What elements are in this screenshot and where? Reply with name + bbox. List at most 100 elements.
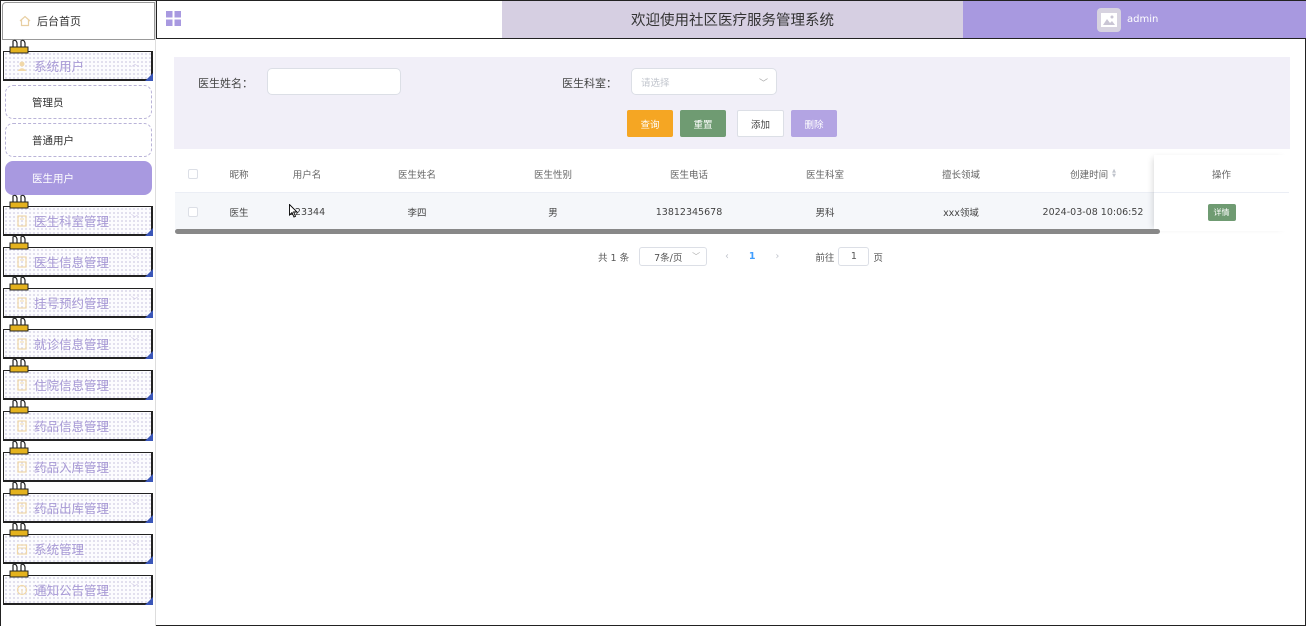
reset-button[interactable]: 重置 — [680, 110, 726, 137]
column-header: 医生电话 — [669, 170, 708, 181]
cell-specialty: xxx领域 — [943, 208, 979, 219]
sidebar-menu-6[interactable]: 药品信息管理 ﹀ — [3, 399, 153, 441]
department-select[interactable]: 请选择 ﹀ — [631, 68, 777, 95]
page-title: 欢迎使用社区医疗服务管理系统 — [502, 1, 963, 38]
sidebar-item-label: 医生用户 — [32, 172, 74, 185]
sidebar-menu-label: 系统用户 — [34, 59, 85, 74]
cell-department: 男科 — [815, 208, 835, 219]
sidebar-menu-2[interactable]: 医生信息管理 ﹀ — [3, 235, 153, 277]
sidebar-menu-label: 住院信息管理 — [34, 378, 110, 393]
filter-panel: 医生姓名： 医生科室： 请选择 ﹀ 查询 重置 添加 删除 — [174, 57, 1290, 149]
chevron-down-icon: ﹀ — [131, 296, 139, 305]
chevron-down-icon: ﹀ — [131, 255, 139, 264]
sidebar-menu-8[interactable]: 药品出库管理 ﹀ — [3, 481, 153, 523]
sidebar-menu-7[interactable]: 药品入库管理 ﹀ — [3, 440, 153, 482]
sidebar-home[interactable]: 后台首页 — [2, 2, 155, 40]
sidebar-menu-label: 就诊信息管理 — [34, 337, 110, 352]
goto-label: 前往 — [815, 252, 835, 264]
sort-icon[interactable]: ▲ ▼ — [1112, 169, 1116, 179]
sidebar-home-label: 后台首页 — [37, 15, 81, 28]
query-button[interactable]: 查询 — [627, 110, 673, 137]
cell-username: 123344 — [288, 206, 326, 218]
page-corner — [145, 515, 153, 523]
cell-nickname: 医生 — [229, 208, 249, 219]
binder-clip-icon — [9, 522, 29, 537]
top-bar-left — [156, 1, 502, 38]
sidebar-item-label: 普通用户 — [32, 134, 74, 147]
chevron-up-icon: ︿ — [131, 59, 139, 68]
fixed-column-shadow — [1154, 155, 1289, 231]
select-all-checkbox[interactable] — [188, 169, 198, 179]
sidebar-menu-label: 药品信息管理 — [34, 419, 110, 434]
sidebar-item-label: 管理员 — [32, 96, 64, 109]
column-header-label: 创建时间 — [1070, 170, 1109, 181]
page-corner — [145, 228, 153, 236]
chevron-down-icon: ﹀ — [131, 337, 139, 346]
sidebar-item-normal-users[interactable]: 普通用户 — [5, 123, 152, 157]
page-corner — [145, 474, 153, 482]
chevron-down-icon: ﹀ — [131, 542, 139, 551]
sidebar-menu-3[interactable]: 挂号预约管理 ﹀ — [3, 276, 153, 318]
document-icon — [17, 501, 27, 514]
column-header: 擅长领域 — [941, 170, 980, 181]
binder-clip-icon — [9, 399, 29, 414]
user-menu[interactable]: admin — [963, 1, 1306, 38]
top-bar: 欢迎使用社区医疗服务管理系统 admin — [156, 1, 1306, 39]
page-number[interactable]: 1 — [749, 251, 756, 262]
sidebar-item-doctor-users[interactable]: 医生用户 — [5, 161, 152, 195]
sidebar-menu-10[interactable]: 通知公告管理 ﹀ — [3, 563, 153, 605]
cell-gender: 男 — [548, 208, 558, 219]
info-icon — [16, 584, 28, 595]
binder-clip-icon — [9, 358, 29, 373]
doctor-name-label: 医生姓名： — [198, 77, 253, 90]
prev-page-button[interactable]: ‹ — [725, 251, 729, 262]
goto-page-input[interactable]: 1 — [838, 247, 870, 266]
doctor-name-input[interactable] — [267, 68, 401, 95]
sidebar-menu-1[interactable]: 医生科室管理 ﹀ — [3, 194, 153, 236]
document-icon — [17, 419, 27, 432]
page-corner — [145, 73, 153, 81]
document-icon — [17, 460, 27, 473]
home-icon — [19, 15, 31, 27]
document-icon — [17, 214, 27, 227]
department-placeholder: 请选择 — [641, 77, 670, 89]
username: admin — [1127, 14, 1159, 25]
sidebar-menu-9[interactable]: 系统管理 ﹀ — [3, 522, 153, 564]
chevron-down-icon: ﹀ — [758, 79, 768, 89]
sidebar-menu-4[interactable]: 就诊信息管理 ﹀ — [3, 317, 153, 359]
sidebar-menu-5[interactable]: 住院信息管理 ﹀ — [3, 358, 153, 400]
menu-toggle-icon[interactable] — [166, 11, 181, 26]
horizontal-scrollbar[interactable] — [175, 229, 1160, 234]
column-header-created-at[interactable]: 创建时间 ▲ ▼ — [1031, 155, 1155, 193]
total-count: 共 1 条 — [598, 252, 630, 264]
sidebar-menu-label: 系统管理 — [34, 542, 85, 557]
column-header: 用户名 — [292, 170, 322, 181]
sidebar-menu-label: 通知公告管理 — [34, 583, 110, 598]
add-button[interactable]: 添加 — [737, 110, 784, 137]
document-icon — [17, 378, 27, 391]
page-corner — [145, 597, 153, 605]
department-label: 医生科室： — [562, 77, 617, 90]
cell-created-at: 2024-03-08 10:06:52 — [1042, 206, 1144, 218]
sidebar-menu-label: 药品出库管理 — [34, 501, 110, 516]
sidebar-menu-label: 医生科室管理 — [34, 214, 110, 229]
sidebar-menu-system-users[interactable]: 系统用户 ︿ — [3, 39, 153, 81]
column-header: 医生性别 — [533, 170, 572, 181]
table-header: 昵称 用户名 医生姓名 医生性别 医生电话 医生科室 擅长领域 创建时间 ▲ ▼ … — [175, 155, 1289, 193]
delete-button[interactable]: 删除 — [791, 110, 837, 137]
page-size-select[interactable]: 7条/页 ﹀ — [639, 247, 708, 266]
sidebar: 后台首页 系统用户 ︿ 管理员 普通用户 医生用户 医生科室管理 ﹀ 医生信息管理 ﹀… — [1, 1, 156, 626]
sidebar-menu-label: 药品入库管理 — [34, 460, 110, 475]
data-table: 昵称 用户名 医生姓名 医生性别 医生电话 医生科室 擅长领域 创建时间 ▲ ▼ … — [175, 155, 1289, 231]
binder-clip-icon — [9, 194, 29, 209]
cell-phone: 13812345678 — [655, 206, 723, 218]
cell-doctor-name: 李四 — [407, 208, 427, 219]
binder-clip-icon — [9, 317, 29, 332]
binder-clip-icon — [9, 235, 29, 250]
page-corner — [145, 310, 153, 318]
row-checkbox[interactable] — [188, 207, 198, 217]
next-page-button[interactable]: › — [776, 251, 780, 262]
image-icon — [1101, 12, 1117, 27]
sidebar-item-admin[interactable]: 管理员 — [5, 85, 152, 119]
chevron-down-icon: ﹀ — [131, 583, 139, 592]
